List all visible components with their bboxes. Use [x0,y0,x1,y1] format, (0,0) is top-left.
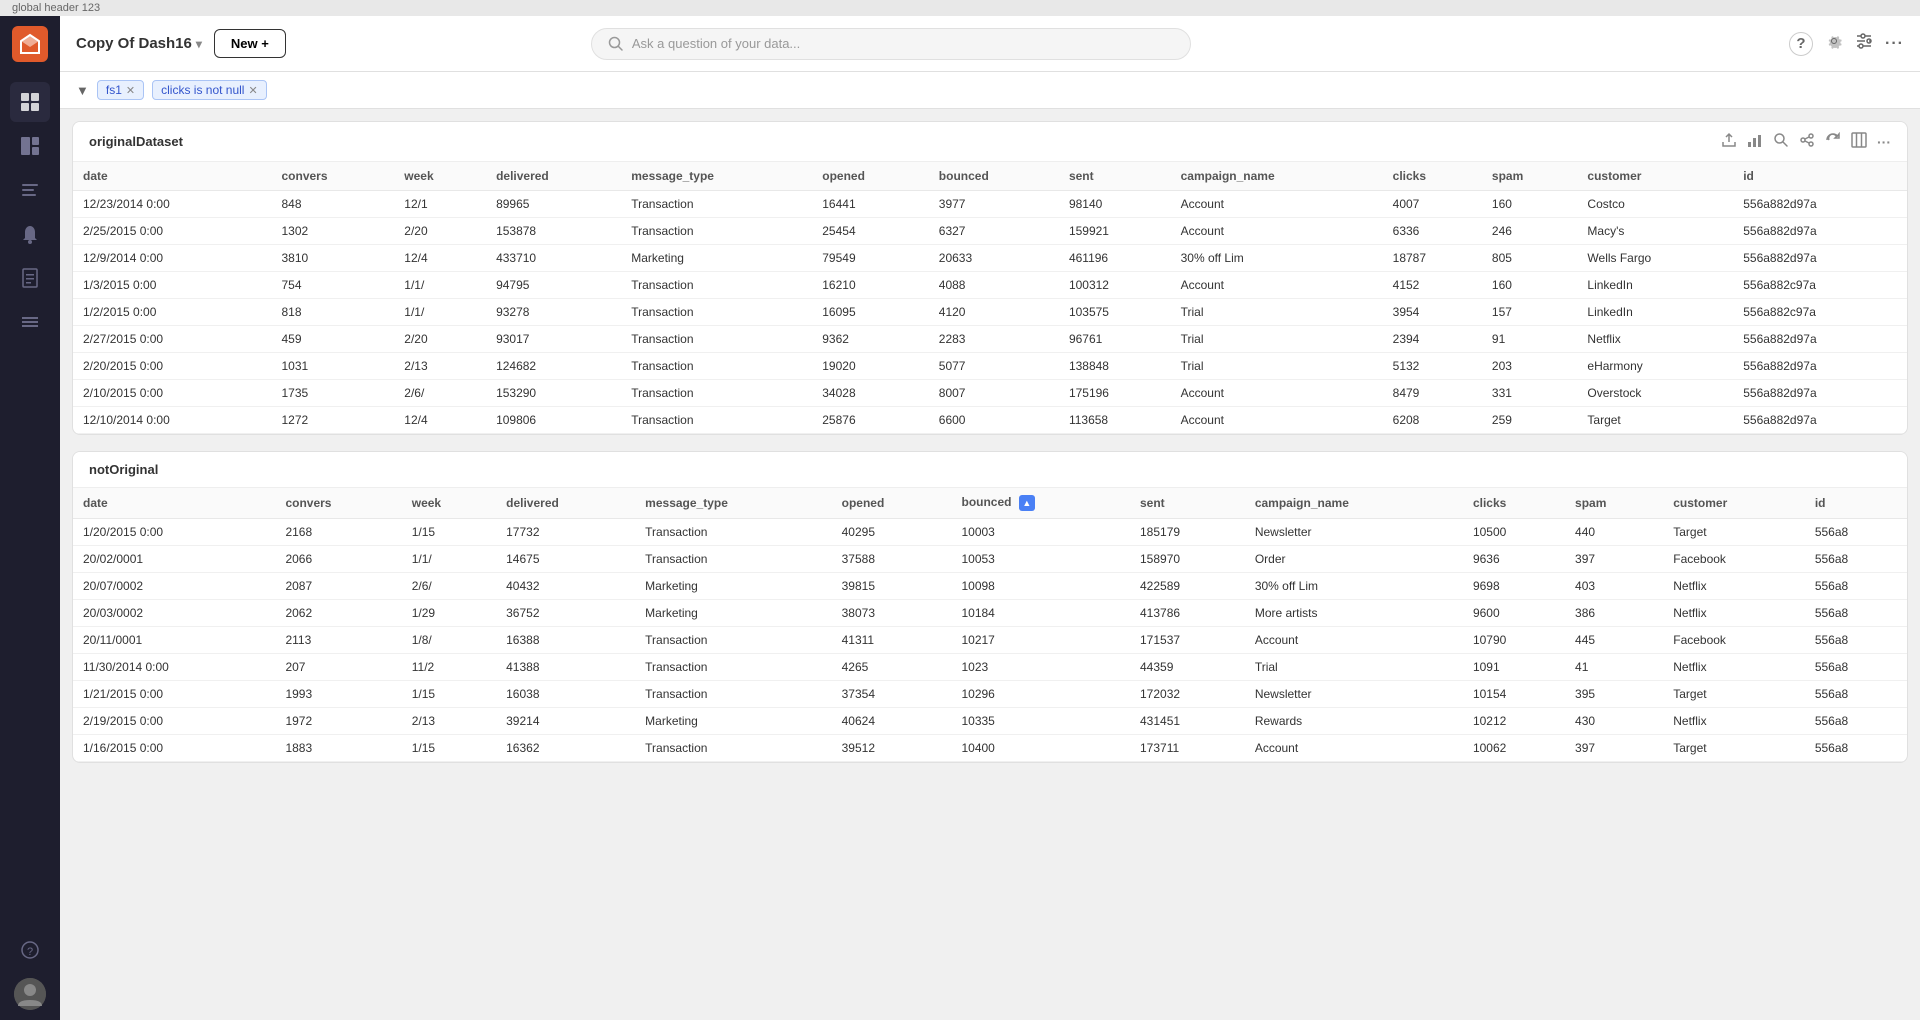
dashboard-title: Copy Of Dash16 ▾ [76,35,202,52]
table-row: 12/23/2014 0:0084812/189965Transaction16… [73,191,1907,218]
col2-clicks[interactable]: clicks [1463,488,1565,519]
sidebar-item-dashboards[interactable] [10,82,50,122]
col-id[interactable]: id [1733,162,1907,191]
filterbar: ▼ fs1 ✕ clicks is not null ✕ [60,72,1920,109]
col2-week[interactable]: week [402,488,496,519]
sidebar-item-help[interactable]: ? [10,930,50,970]
global-header: global header 123 [0,0,1920,16]
col-bounced[interactable]: bounced [929,162,1059,191]
chart-icon[interactable] [1747,132,1763,151]
tune-button[interactable] [1855,32,1873,55]
sidebar-item-alerts[interactable] [10,214,50,254]
content-area: originalDataset [60,109,1920,1020]
col-week[interactable]: week [394,162,486,191]
sidebar-item-widgets[interactable] [10,126,50,166]
col-date[interactable]: date [73,162,272,191]
search-bar[interactable]: Ask a question of your data... [591,28,1191,60]
table-row: 20/03/000220621/2936752Marketing38073101… [73,600,1907,627]
filter-tag-clicks[interactable]: clicks is not null ✕ [152,80,267,100]
col2-sent[interactable]: sent [1130,488,1245,519]
col2-delivered[interactable]: delivered [496,488,635,519]
col2-customer[interactable]: customer [1663,488,1805,519]
filter-icon: ▼ [76,83,89,98]
table-row: 12/9/2014 0:00381012/4433710Marketing795… [73,245,1907,272]
col-spam[interactable]: spam [1482,162,1578,191]
table-header-row: date convers week delivered message_type… [73,162,1907,191]
dataset-header-original: originalDataset [73,122,1907,162]
logo[interactable] [12,26,48,62]
table-row: 2/19/2015 0:0019722/1339214Marketing4062… [73,708,1907,735]
export-icon[interactable] [1721,132,1737,151]
refresh-icon[interactable] [1825,132,1841,151]
more-button[interactable]: ··· [1885,35,1904,53]
table-row: 2/27/2015 0:004592/2093017Transaction936… [73,326,1907,353]
dataset-name-notoriginal: notOriginal [89,462,158,477]
filter-tag-close[interactable]: ✕ [248,84,257,97]
title-dropdown-chevron[interactable]: ▾ [196,37,202,51]
filter-tag-label: fs1 [106,83,122,97]
col2-message-type[interactable]: message_type [635,488,831,519]
share-icon[interactable] [1799,132,1815,151]
topbar: Copy Of Dash16 ▾ New + Ask a question of… [60,16,1920,72]
table-row: 1/21/2015 0:0019931/1516038Transaction37… [73,681,1907,708]
sidebar-item-queries[interactable] [10,170,50,210]
sidebar-item-more[interactable] [10,302,50,342]
table-row: 20/02/000120661/1/14675Transaction375881… [73,546,1907,573]
table-row: 20/07/000220872/6/40432Marketing39815100… [73,573,1907,600]
notoriginal-dataset-table-wrapper[interactable]: date convers week delivered message_type… [73,488,1907,762]
table-row: 1/3/2015 0:007541/1/94795Transaction1621… [73,272,1907,299]
filter-tag-close[interactable]: ✕ [126,84,135,97]
col-sent[interactable]: sent [1059,162,1171,191]
col2-campaign-name[interactable]: campaign_name [1245,488,1463,519]
col-opened[interactable]: opened [812,162,929,191]
table-row: 12/10/2014 0:00127212/4109806Transaction… [73,407,1907,434]
col2-id[interactable]: id [1805,488,1907,519]
sidebar: ? [0,16,60,1020]
dataset-card-original: originalDataset [72,121,1908,435]
new-button[interactable]: New + [214,29,286,58]
table-row: 1/16/2015 0:0018831/1516362Transaction39… [73,735,1907,762]
table-row: 1/20/2015 0:0021681/1517732Transaction40… [73,519,1907,546]
notoriginal-dataset-table: date convers week delivered message_type… [73,488,1907,762]
settings-button[interactable] [1825,32,1843,55]
col-clicks[interactable]: clicks [1383,162,1482,191]
col-convers[interactable]: convers [272,162,395,191]
avatar[interactable] [14,978,46,1010]
col-message-type[interactable]: message_type [621,162,812,191]
dataset-header-actions: ··· [1721,132,1891,151]
table-row: 2/10/2015 0:0017352/6/153290Transaction3… [73,380,1907,407]
svg-text:?: ? [27,946,33,958]
filter-tag-fs1[interactable]: fs1 ✕ [97,80,144,100]
table-row: 2/20/2015 0:0010312/13124682Transaction1… [73,353,1907,380]
dataset-header-notoriginal: notOriginal [73,452,1907,488]
table-header-row-2: date convers week delivered message_type… [73,488,1907,519]
search-icon [608,36,624,52]
dataset-name-original: originalDataset [89,134,183,149]
col2-spam[interactable]: spam [1565,488,1663,519]
search-table-icon[interactable] [1773,132,1789,151]
dataset-card-notoriginal: notOriginal date convers week delivered … [72,451,1908,763]
filter-tag-label: clicks is not null [161,83,244,97]
help-button[interactable]: ? [1789,32,1813,56]
topbar-actions: ? ··· [1789,32,1904,56]
columns-icon[interactable] [1851,132,1867,151]
table-row: 1/2/2015 0:008181/1/93278Transaction1609… [73,299,1907,326]
col2-opened[interactable]: opened [832,488,952,519]
more-options-icon[interactable]: ··· [1877,134,1891,150]
col-campaign-name[interactable]: campaign_name [1171,162,1383,191]
original-dataset-table: date convers week delivered message_type… [73,162,1907,434]
table-row: 11/30/2014 0:0020711/241388Transaction42… [73,654,1907,681]
col2-bounced[interactable]: bounced ▲ [951,488,1130,519]
col2-date[interactable]: date [73,488,275,519]
original-dataset-table-wrapper[interactable]: date convers week delivered message_type… [73,162,1907,434]
table-row: 20/11/000121131/8/16388Transaction413111… [73,627,1907,654]
sidebar-item-reports[interactable] [10,258,50,298]
sort-up-icon: ▲ [1019,495,1035,511]
col-customer[interactable]: customer [1577,162,1733,191]
table-row: 2/25/2015 0:0013022/20153878Transaction2… [73,218,1907,245]
col2-convers[interactable]: convers [275,488,401,519]
col-delivered[interactable]: delivered [486,162,621,191]
